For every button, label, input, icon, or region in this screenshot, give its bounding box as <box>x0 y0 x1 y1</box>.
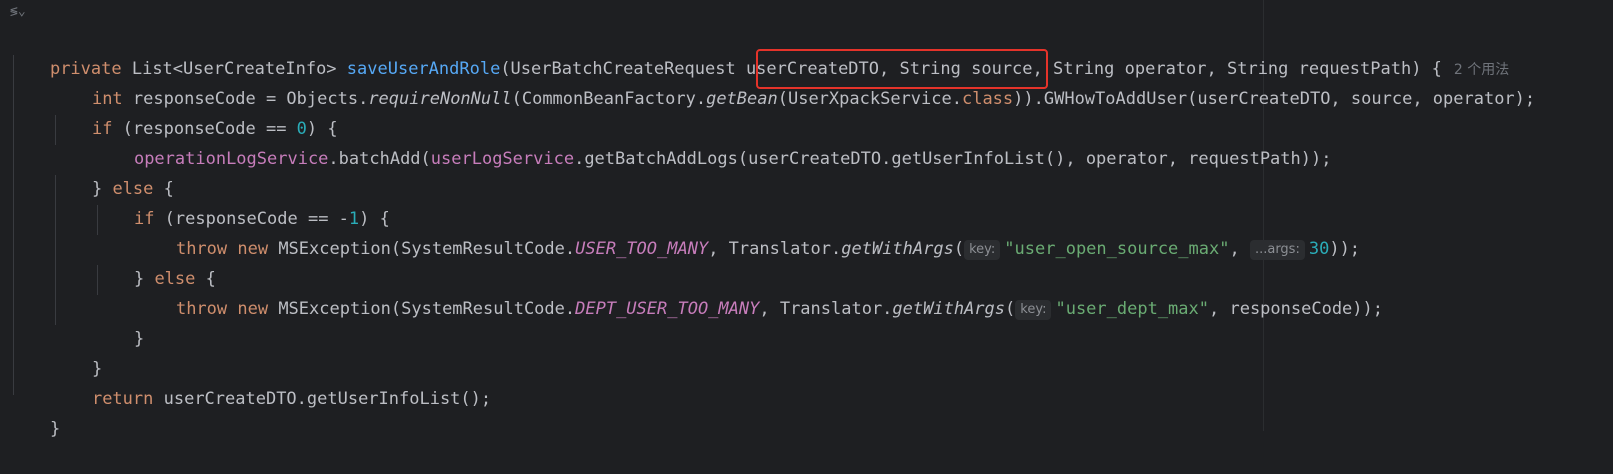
code-line-13[interactable]: } <box>9 384 60 439</box>
code-text: MSException(SystemResultCode. <box>278 299 576 319</box>
code-text: ( <box>953 239 965 259</box>
code-text: , Translator. <box>708 239 842 259</box>
code-text: , Translator. <box>759 299 893 319</box>
parameter-hint: key: <box>964 240 1001 260</box>
code-text: )); <box>1329 239 1361 259</box>
code-line-8[interactable]: } else { <box>93 234 216 289</box>
code-text: , responseCode)); <box>1209 299 1383 319</box>
keyword: throw new <box>175 299 279 319</box>
code-text: (CommonBeanFactory. <box>511 89 707 109</box>
code-line-10[interactable]: } <box>93 294 144 349</box>
code-line-5[interactable]: } else { <box>51 144 174 199</box>
code-line-3[interactable]: if (responseCode == 0) { <box>51 84 338 139</box>
code-line-12[interactable]: return userCreateDTO.getUserInfoList(); <box>51 354 491 409</box>
code-text: , <box>1229 239 1250 259</box>
code-line-6[interactable]: if (responseCode == -1) { <box>93 174 390 229</box>
code-text: )).GWHowToAddUser(userCreateDTO, source,… <box>1013 89 1536 109</box>
static-method: getWithArgs <box>841 239 954 259</box>
code-text: .getBatchAddLogs(userCreateDTO.getUserIn… <box>574 149 1332 169</box>
code-text: userCreateDTO.getUserInfoList(); <box>163 389 492 409</box>
keyword: return <box>91 389 164 409</box>
code-text: ( <box>1005 299 1016 319</box>
keyword: class <box>961 89 1014 109</box>
code-line-11[interactable]: } <box>51 324 102 379</box>
code-text: MSException(SystemResultCode. <box>278 239 576 259</box>
string-literal: "user_dept_max" <box>1055 299 1209 319</box>
static-method: getBean <box>706 89 778 109</box>
string-literal: "user_open_source_max" <box>1004 239 1230 259</box>
code-text: } <box>49 419 61 439</box>
fold-icon[interactable]: ≶⌄ <box>10 4 26 19</box>
constant: USER_TOO_MANY <box>575 239 709 259</box>
code-line-7[interactable]: throw new MSException(SystemResultCode.U… <box>135 204 1360 260</box>
code-text: .batchAdd( <box>328 149 431 169</box>
number-literal: 30 <box>1308 239 1330 259</box>
code-line-9[interactable]: throw new MSException(SystemResultCode.D… <box>135 264 1383 320</box>
constant: DEPT_USER_TOO_MANY <box>575 299 760 319</box>
parameter-hint: ...args: <box>1249 240 1305 260</box>
parameter-hint: key: <box>1015 300 1052 320</box>
code-line-4[interactable]: operationLogService.batchAdd(userLogServ… <box>93 114 1332 169</box>
code-editor[interactable]: ≶⌄ private List<UserCreateInfo> saveUser… <box>0 0 1613 439</box>
static-method: requireNonNull <box>368 89 512 109</box>
code-text: } <box>133 329 145 349</box>
highlight-annotation-box <box>756 49 1048 89</box>
static-method: getWithArgs <box>892 299 1006 319</box>
code-text: (UserXpackService. <box>777 89 962 109</box>
field-name: userLogService <box>430 149 575 169</box>
